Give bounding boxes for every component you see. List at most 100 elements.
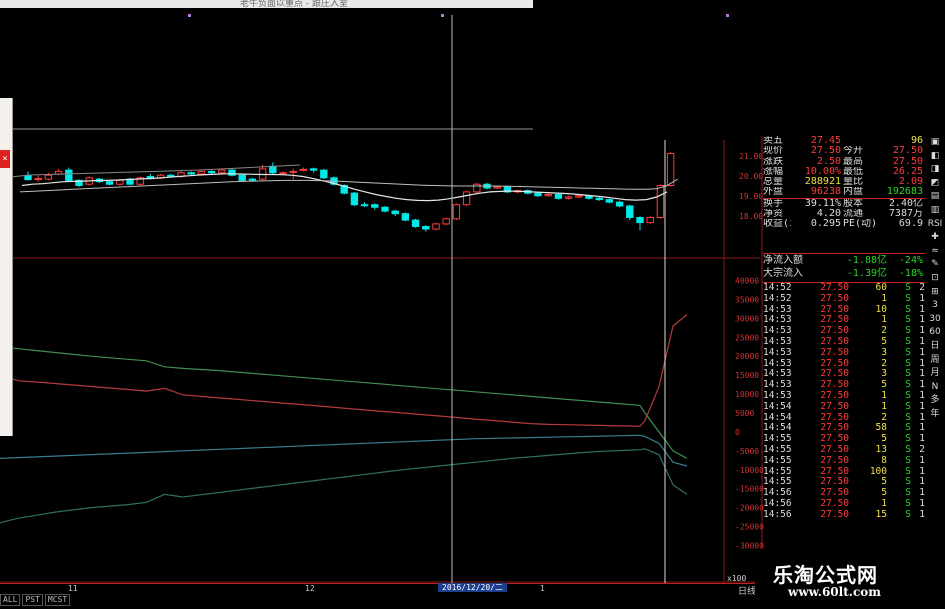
tick-row[interactable]: 14:55 27.50 100 S 1 bbox=[763, 467, 925, 478]
tick-row[interactable]: 14:53 27.50 1 S 1 bbox=[763, 391, 925, 402]
toolbar-button[interactable]: ◨ bbox=[925, 163, 945, 177]
toolbar-button[interactable]: 周 bbox=[925, 354, 945, 368]
flow-tick-label: 5000 bbox=[735, 409, 754, 418]
tick-row[interactable]: 14:56 27.50 5 S 1 bbox=[763, 488, 925, 499]
toolbar-button[interactable]: ✎ bbox=[925, 258, 945, 272]
candle bbox=[320, 169, 328, 179]
candle bbox=[289, 170, 297, 173]
tick-row[interactable]: 14:54 27.50 58 S 1 bbox=[763, 423, 925, 434]
toolbar-button[interactable]: 30 bbox=[925, 313, 945, 327]
tick-time: 14:56 bbox=[763, 509, 792, 520]
candle bbox=[371, 204, 379, 208]
flow-series-line bbox=[0, 314, 688, 427]
candle bbox=[197, 170, 206, 175]
tick-price: 27.50 bbox=[820, 304, 849, 315]
tab-mcst[interactable]: MCST bbox=[44, 594, 71, 606]
tick-row[interactable]: 14:56 27.50 15 S 1 bbox=[763, 510, 925, 521]
tick-row[interactable]: 14:55 27.50 13 S 2 bbox=[763, 445, 925, 456]
bottom-tabs[interactable]: ALL PST MCST bbox=[0, 594, 71, 606]
toolbar-button[interactable]: ▥ bbox=[925, 204, 945, 218]
price-tick-label: 20.00 bbox=[739, 172, 763, 181]
candle bbox=[401, 213, 410, 221]
toolbar-button[interactable]: 60 bbox=[925, 326, 945, 340]
period-label[interactable]: 日线 bbox=[738, 584, 756, 597]
quote-value: 2.50 bbox=[816, 156, 841, 167]
candle bbox=[615, 201, 624, 207]
candle bbox=[360, 204, 369, 207]
tick-row[interactable]: 14:52 27.50 1 S 1 bbox=[763, 294, 925, 305]
quote-row: 净资 4.20 流通 7387万 bbox=[763, 209, 925, 219]
toolbar-button[interactable]: 年 bbox=[925, 408, 945, 422]
candle bbox=[299, 168, 308, 171]
toolbar-button[interactable]: 多 bbox=[925, 394, 945, 408]
quote-value: 96238 bbox=[810, 187, 841, 198]
candle bbox=[656, 185, 665, 219]
tick-time: 14:53 bbox=[763, 380, 792, 391]
tick-side: S bbox=[905, 477, 911, 488]
tick-price: 27.50 bbox=[820, 315, 849, 326]
toolbar-button[interactable]: ▣ bbox=[925, 136, 945, 150]
tick-row[interactable]: 14:55 27.50 5 S 1 bbox=[763, 434, 925, 445]
crosshair-date-label: 2016/12/20/二 bbox=[438, 583, 507, 592]
right-toolbar[interactable]: ▣ ◧ ◨ ◩ ▤ ▥ RSI ✚ ≈ ✎ ⊡ ⊞ 3 30 60 日周月 N 多年 bbox=[925, 136, 945, 576]
toolbar-button[interactable]: N bbox=[925, 381, 945, 395]
tick-price: 27.50 bbox=[820, 423, 849, 434]
tick-row[interactable]: 14:55 27.50 5 S 1 bbox=[763, 477, 925, 488]
tick-volume: 3 bbox=[881, 369, 887, 380]
tick-row[interactable]: 14:53 27.50 3 S 1 bbox=[763, 348, 925, 359]
toolbar-button[interactable]: ▤ bbox=[925, 190, 945, 204]
quote-value: 0.295 bbox=[810, 219, 841, 230]
toolbar-button[interactable]: 3 bbox=[925, 299, 945, 313]
date-tick: 1 bbox=[540, 584, 545, 593]
date-tick: 11 bbox=[68, 584, 78, 593]
candle bbox=[218, 169, 226, 174]
tick-row[interactable]: 14:55 27.50 8 S 1 bbox=[763, 456, 925, 467]
side-popup-panel[interactable]: × bbox=[0, 98, 13, 436]
tick-row[interactable]: 14:53 27.50 1 S 1 bbox=[763, 315, 925, 326]
flow-tick-label: -5000 bbox=[735, 447, 759, 456]
quote-value: 2.40亿 bbox=[888, 198, 923, 209]
tick-count: 1 bbox=[919, 293, 925, 304]
quote-value: 192683 bbox=[886, 187, 923, 198]
tick-row[interactable]: 14:54 27.50 2 S 1 bbox=[763, 413, 925, 424]
quote-panel: 卖五 27.45 96 现价 27.50 今开 27.50 涨跌 2.50 最高 27.50 涨幅 10… bbox=[763, 136, 925, 249]
tick-time: 14:53 bbox=[763, 390, 792, 401]
tick-count: 1 bbox=[919, 369, 925, 380]
tick-time: 14:54 bbox=[763, 412, 792, 423]
tick-count: 1 bbox=[919, 498, 925, 509]
tick-detail-list[interactable]: 14:52 27.50 60 S 2 14:52 27.50 1 S 1 14:53 27.50 10 S… bbox=[763, 282, 925, 549]
tab-pst[interactable]: PST bbox=[22, 594, 43, 606]
quote-value: 288921 bbox=[804, 177, 841, 188]
candle bbox=[381, 206, 389, 212]
toolbar-button[interactable]: ≈ bbox=[925, 245, 945, 259]
candle bbox=[636, 217, 644, 224]
tick-row[interactable]: 14:54 27.50 1 S 1 bbox=[763, 402, 925, 413]
tick-row[interactable]: 14:53 27.50 5 S 1 bbox=[763, 380, 925, 391]
tick-row[interactable]: 14:53 27.50 2 S 1 bbox=[763, 359, 925, 370]
tick-price: 27.50 bbox=[820, 369, 849, 380]
tick-row[interactable]: 14:53 27.50 2 S 1 bbox=[763, 326, 925, 337]
toolbar-button[interactable]: ⊞ bbox=[925, 286, 945, 300]
tab-all[interactable]: ALL bbox=[0, 594, 21, 606]
tick-time: 14:55 bbox=[763, 455, 792, 466]
tick-row[interactable]: 14:53 27.50 5 S 1 bbox=[763, 337, 925, 348]
toolbar-button[interactable]: ◩ bbox=[925, 177, 945, 191]
tick-row[interactable]: 14:53 27.50 10 S 1 bbox=[763, 305, 925, 316]
toolbar-button[interactable]: 月 bbox=[925, 367, 945, 381]
flow-tick-label: 35000 bbox=[735, 295, 759, 304]
tick-row[interactable]: 14:56 27.50 1 S 1 bbox=[763, 499, 925, 510]
tick-row[interactable]: 14:53 27.50 3 S 1 bbox=[763, 369, 925, 380]
quote-value: 27.45 bbox=[810, 136, 841, 146]
capital-flow-panel: 净流入额 -1.88亿 -24% 大宗流入 -1.39亿 -18% bbox=[763, 253, 925, 280]
tick-time: 14:53 bbox=[763, 315, 792, 326]
quote-value: 27.50 bbox=[892, 156, 923, 167]
tick-side: S bbox=[905, 369, 911, 380]
flow-row: 大宗流入 -1.39亿 -18% bbox=[763, 267, 925, 280]
toolbar-button[interactable]: 日 bbox=[925, 340, 945, 354]
tick-row[interactable]: 14:52 27.50 60 S 2 bbox=[763, 283, 925, 294]
toolbar-button[interactable]: RSI bbox=[925, 218, 945, 232]
toolbar-button[interactable]: ◧ bbox=[925, 150, 945, 164]
toolbar-button[interactable]: ✚ bbox=[925, 231, 945, 245]
close-icon[interactable]: × bbox=[0, 150, 10, 168]
toolbar-button[interactable]: ⊡ bbox=[925, 272, 945, 286]
